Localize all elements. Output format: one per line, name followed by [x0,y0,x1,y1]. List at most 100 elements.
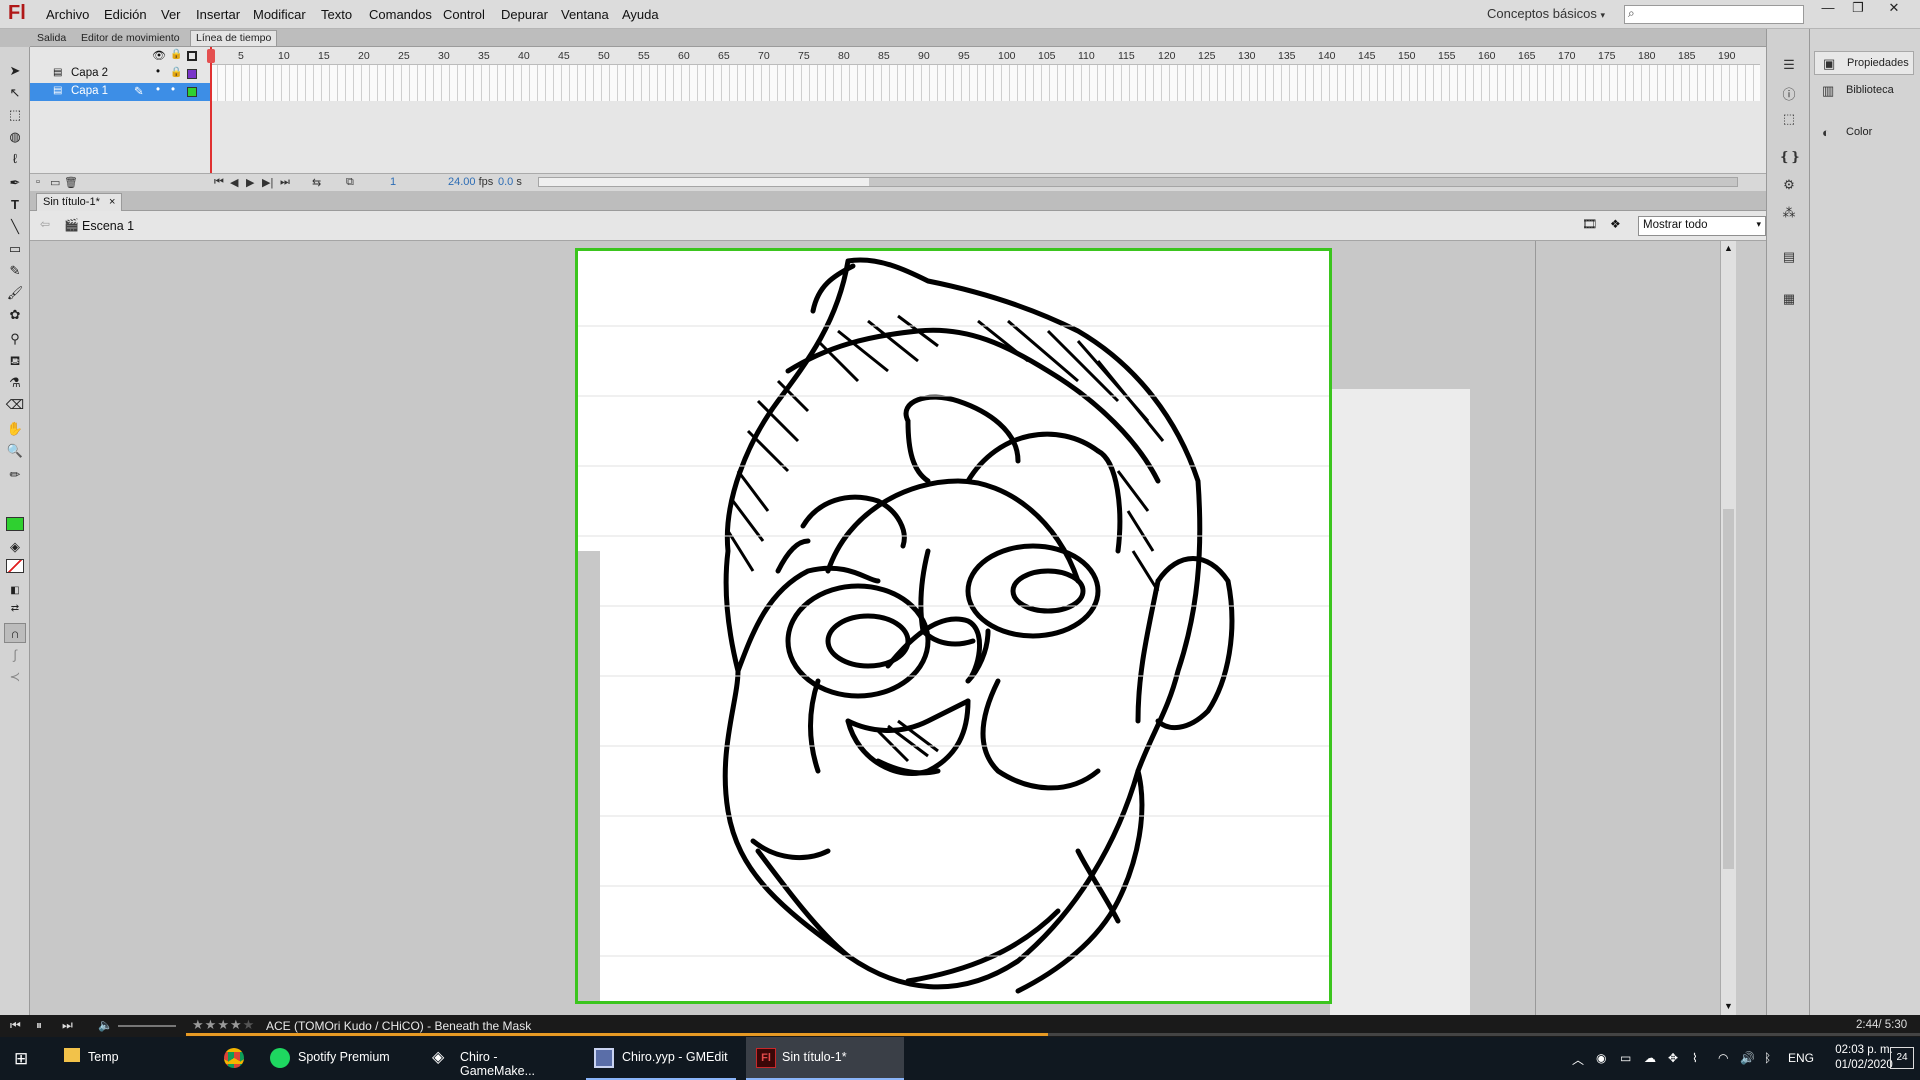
tray-wifi-icon[interactable]: ◠ [1718,1051,1728,1065]
back-arrow-icon[interactable]: ⇦ [40,217,50,231]
edit-scene-icon[interactable]: 🎞 [1582,217,1597,231]
menu-ayuda[interactable]: Ayuda [622,7,659,22]
onion-skin-icon[interactable]: ⧉ [346,176,354,189]
menu-edicion[interactable]: Edición [104,7,147,22]
tray-network-icon[interactable]: ⌇ [1692,1051,1698,1065]
tray-battery-icon[interactable]: ▭ [1620,1051,1631,1065]
fill-color-icon[interactable]: ◈ [4,537,26,557]
tray-volume-icon[interactable]: 🔊 [1740,1051,1755,1065]
snap-to-objects-icon[interactable]: ∩ [4,623,26,643]
outline-icon[interactable] [187,51,197,61]
zoom-select[interactable]: Mostrar todo ▾ [1638,216,1766,236]
lock-dot[interactable]: • [171,84,175,96]
subselection-tool-icon[interactable]: ↖ [4,83,26,103]
layer-color-swatch[interactable] [187,69,197,79]
next-track-icon[interactable]: ⏭ [62,1018,73,1033]
tray-steam-icon[interactable]: ◉ [1596,1051,1606,1065]
minimize-button[interactable]: — [1812,0,1844,18]
playhead[interactable] [207,49,215,63]
visibility-dot[interactable]: • [156,84,160,96]
visibility-dot[interactable]: • [156,66,160,78]
timeline-scrollbar[interactable] [538,177,1738,187]
scene-panel-icon[interactable]: ▤ [1779,249,1799,269]
stroke-color-icon[interactable]: ✏ [4,465,26,485]
stage-vertical-scrollbar[interactable]: ▲ ▼ [1720,241,1736,1015]
help-search-input[interactable]: ⌕ [1624,5,1804,24]
star-icon[interactable]: ★ [192,1017,205,1032]
frame-ruler[interactable]: 5 10 15 20 25 30 35 40 45 50 55 60 65 70 75 80 85 90 95 100… [210,47,1760,65]
go-last-icon[interactable]: ⏭ [280,176,290,189]
close-tab-icon[interactable]: × [109,196,115,208]
eyedropper-tool-icon[interactable]: ⚗ [4,373,26,393]
tray-dropbox-icon[interactable]: ✥ [1668,1051,1678,1065]
tray-language[interactable]: ENG [1788,1051,1814,1065]
menu-comandos[interactable]: Comandos [369,7,432,22]
grid-panel-icon[interactable]: ▦ [1779,291,1799,311]
windows-start-icon[interactable]: ⊞ [14,1049,28,1069]
stage-canvas[interactable] [575,248,1332,1004]
tray-bluetooth-icon[interactable]: ᛒ [1764,1051,1771,1065]
close-window-button[interactable]: ✕ [1878,0,1910,18]
menu-control[interactable]: Control [443,7,485,22]
taskbar-item-flash[interactable]: Fl Sin título-1* [746,1037,904,1080]
frame-grid[interactable] [210,65,1760,101]
panel-biblioteca[interactable]: ▥ Biblioteca [1814,79,1914,103]
loop-icon[interactable]: ⇆ [312,176,321,189]
tools-collapse-bar[interactable] [0,29,30,47]
pen-tool-icon[interactable]: ✒ [4,173,26,193]
menu-insertar[interactable]: Insertar [196,7,240,22]
scroll-thumb[interactable] [1723,509,1734,869]
rectangle-tool-icon[interactable]: ▭ [4,239,26,259]
3d-rotation-tool-icon[interactable]: ◍ [4,127,26,147]
taskbar-item-spotify[interactable]: Spotify Premium [264,1037,410,1080]
track-rating[interactable]: ★★★★★ [192,1017,255,1033]
edit-symbols-icon[interactable]: ❖ [1610,217,1621,231]
taskbar-item-chrome[interactable] [222,1037,252,1080]
delete-layer-icon[interactable]: 🗑 [64,176,78,189]
tray-onedrive-icon[interactable]: ☁ [1644,1051,1656,1065]
tab-editor-movimiento[interactable]: Editor de movimiento [76,31,185,47]
motion-presets-icon[interactable]: ⁂ [1779,205,1799,225]
pause-icon[interactable]: ⏸ [36,1018,42,1033]
zoom-tool-icon[interactable]: 🔍 [4,441,26,461]
menu-archivo[interactable]: Archivo [46,7,89,22]
selection-tool-icon[interactable]: ➤ [4,61,26,81]
default-colors-icon[interactable]: ◧ [4,581,26,601]
volume-icon[interactable]: 🔈 [98,1018,113,1032]
star-icon[interactable]: ★ [230,1017,243,1032]
layer-color-swatch[interactable] [187,87,197,97]
panel-color[interactable]: ◐ Color [1814,121,1914,145]
brush-tool-icon[interactable]: 🖌 [4,283,26,303]
layer-row-selected[interactable]: ▤ Capa 1 ✎ • • [30,83,210,101]
menu-ver[interactable]: Ver [161,7,181,22]
layer-lock-icon[interactable]: 🔒 [170,67,182,78]
text-tool-icon[interactable]: T [4,195,26,215]
star-icon[interactable]: ★ [217,1017,230,1032]
tab-linea-tiempo[interactable]: Línea de tiempo [190,30,278,46]
tray-chevron-icon[interactable]: ︿ [1572,1051,1584,1068]
transform-icon[interactable]: ⬚ [1779,111,1799,131]
tray-clock[interactable]: 02:03 p. m. 01/02/2020 [1830,1044,1898,1071]
document-tab[interactable]: Sin título-1* × [36,193,123,211]
swap-colors-icon[interactable]: ⇄ [4,599,26,619]
workspace-selector[interactable]: Conceptos básicos ▾ [1487,6,1605,21]
tab-salida[interactable]: Salida [32,31,71,47]
star-icon[interactable]: ★ [205,1017,218,1032]
step-back-icon[interactable]: ◀ [230,176,238,189]
menu-texto[interactable]: Texto [321,7,352,22]
new-folder-icon[interactable]: ▭ [50,176,60,189]
straighten-icon[interactable]: ≺ [4,667,26,687]
taskbar-item-temp[interactable]: Temp [56,1037,204,1080]
lasso-tool-icon[interactable]: ℓ [4,149,26,169]
bone-tool-icon[interactable]: ⚲ [4,329,26,349]
new-layer-icon[interactable]: ▫ [36,176,40,188]
panel-propiedades[interactable]: ▣ Propiedades [1814,51,1914,75]
volume-slider[interactable] [118,1025,176,1027]
previous-track-icon[interactable]: ⏮ [10,1018,21,1033]
current-frame[interactable]: 1 [390,176,396,188]
scroll-thumb[interactable] [539,178,869,186]
scene-label[interactable]: Escena 1 [82,219,134,233]
fill-color-swatch[interactable] [6,559,24,573]
pencil-tool-icon[interactable]: ✎ [4,261,26,281]
components-icon[interactable]: ⚙ [1779,177,1799,197]
